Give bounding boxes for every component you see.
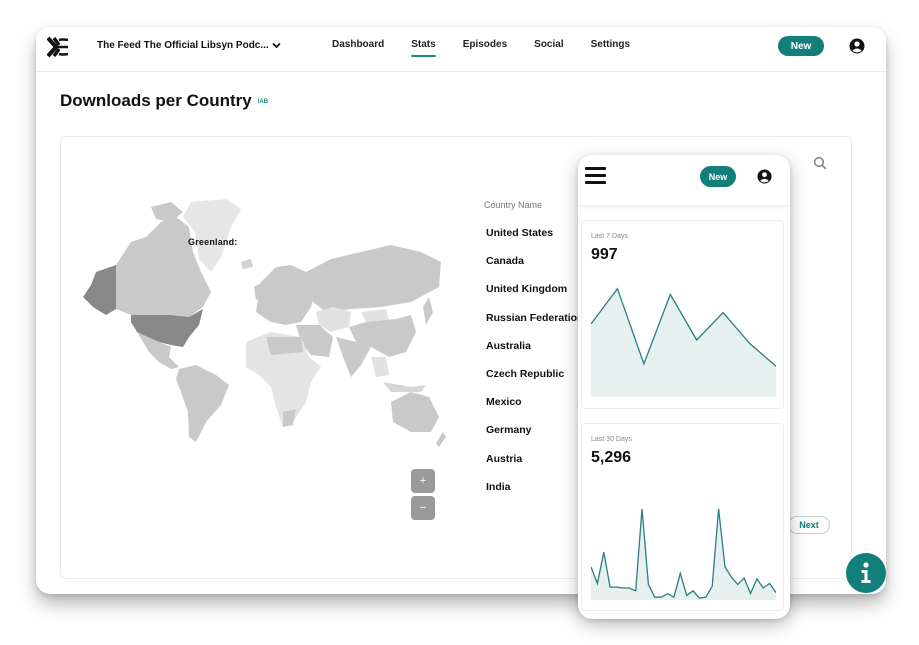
minus-icon: − [419,502,427,514]
main-nav: Dashboard Stats Episodes Social Settings [332,39,630,57]
country-row[interactable]: Mexico [486,396,586,424]
map-tooltip: Greenland: [188,237,238,247]
country-row[interactable]: Czech Republic [486,368,586,396]
new-button[interactable]: New [778,36,824,56]
mobile-new-button[interactable]: New [700,166,736,187]
country-row[interactable]: United States [486,227,586,255]
libsyn-logo-icon[interactable] [47,36,69,58]
info-icon [861,562,871,583]
country-row[interactable]: Canada [486,255,586,283]
user-account-icon[interactable] [849,38,865,54]
stat-card-value: 5,296 [591,449,632,466]
country-row[interactable]: Australia [486,340,586,368]
stat-card-value: 997 [591,246,618,263]
map-zoom-out-button[interactable]: − [411,496,435,520]
sparkline-7-days [591,287,776,397]
map-region-australia [391,392,439,432]
map-zoom-in-button[interactable]: + [411,469,435,493]
podcast-name: The Feed The Official Libsyn Podc... [97,40,269,51]
search-icon[interactable] [813,156,827,170]
country-list: United States Canada United Kingdom Russ… [486,227,586,509]
nav-stats[interactable]: Stats [411,39,437,57]
plus-icon: + [419,475,427,487]
map-region-south-america [176,365,229,442]
top-navbar: The Feed The Official Libsyn Podc... Das… [36,27,886,72]
map-region-alaska [83,265,116,315]
nav-social[interactable]: Social [534,39,563,50]
country-row[interactable]: Russian Federation [486,312,586,340]
mobile-header: New [578,155,790,205]
sparkline-30-days [591,508,776,600]
nav-settings[interactable]: Settings [591,39,630,50]
podcast-selector[interactable]: The Feed The Official Libsyn Podc... [97,40,281,51]
iab-badge: IAB [257,99,269,105]
sparkline-line [591,508,776,599]
hamburger-menu-icon[interactable] [585,167,606,184]
country-row[interactable]: Austria [486,453,586,481]
world-map[interactable] [71,197,446,447]
page-title-text: Downloads per Country [60,91,252,110]
mobile-user-icon[interactable] [757,169,772,184]
next-page-button[interactable]: Next [788,516,830,534]
sparkline-area [591,288,776,397]
chevron-down-icon [272,42,281,49]
nav-episodes[interactable]: Episodes [463,39,507,50]
info-button[interactable] [846,553,886,593]
country-name-column-header[interactable]: Country Name [484,200,542,210]
nav-dashboard[interactable]: Dashboard [332,39,384,50]
country-row[interactable]: India [486,481,586,509]
country-row[interactable]: United Kingdom [486,283,586,311]
stat-card-label: Last 7 Days [591,233,628,240]
page-title: Downloads per Country IAB [60,91,268,111]
mobile-preview: New Last 7 Days 997 Last 30 Days 5,296 [578,155,790,619]
stat-card-last-7-days[interactable]: Last 7 Days 997 [581,220,784,409]
stat-card-last-30-days[interactable]: Last 30 Days 5,296 [581,423,784,611]
map-region-russia [306,245,441,312]
country-row[interactable]: Germany [486,424,586,452]
stat-card-label: Last 30 Days [591,436,632,443]
